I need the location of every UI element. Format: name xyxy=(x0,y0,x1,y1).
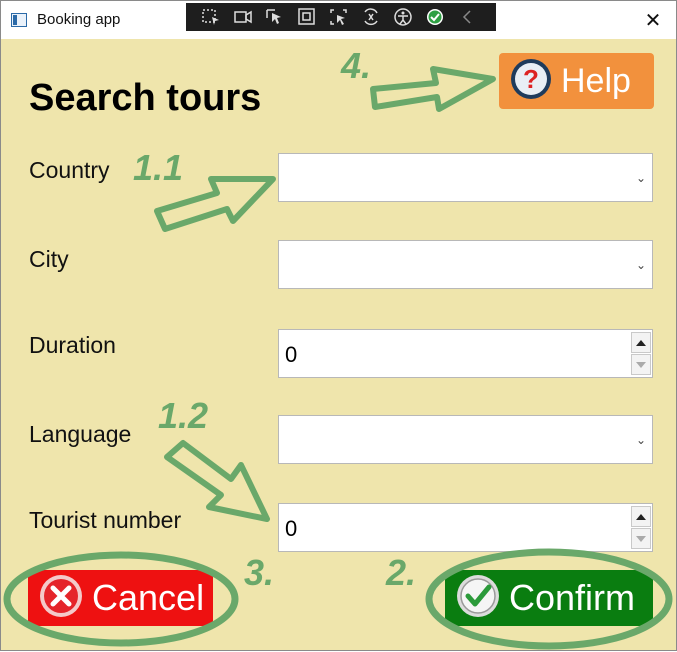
duration-value: 0 xyxy=(285,342,298,367)
help-label: Help xyxy=(561,61,631,100)
collapse-chevron-icon[interactable] xyxy=(454,6,480,28)
duration-label: Duration xyxy=(29,332,116,358)
chevron-down-icon: ⌄ xyxy=(635,171,646,185)
display-layout-icon[interactable] xyxy=(294,6,320,28)
duration-numeric-input[interactable]: 0 xyxy=(278,329,653,378)
arrow-down-icon xyxy=(636,535,646,542)
arrow-icon xyxy=(164,440,270,522)
arrow-up-icon xyxy=(636,339,646,346)
arrow-icon xyxy=(370,66,496,112)
step-2-label: 2. xyxy=(386,552,417,593)
cancel-label: Cancel xyxy=(92,577,205,618)
chevron-down-icon: ⌄ xyxy=(635,433,646,447)
booking-window: Booking app ✕ Search tours ? Help Countr… xyxy=(0,0,677,651)
app-icon xyxy=(11,13,27,27)
record-icon[interactable] xyxy=(230,6,256,28)
confirm-label: Confirm xyxy=(509,577,636,618)
city-combobox[interactable]: ⌄ xyxy=(278,240,653,289)
help-button[interactable]: ? Help xyxy=(499,53,654,109)
accessibility-icon[interactable] xyxy=(390,6,416,28)
duration-increment-button[interactable] xyxy=(631,332,651,353)
tourist-number-label: Tourist number xyxy=(29,507,182,533)
cancel-x-icon xyxy=(38,573,84,624)
pointer-icon[interactable] xyxy=(262,6,288,28)
question-icon: ? xyxy=(509,57,553,106)
step-4-label: 4. xyxy=(341,45,372,86)
step-1-1-label: 1.1 xyxy=(133,147,184,188)
close-button[interactable]: ✕ xyxy=(630,1,676,39)
tourist-number-increment-button[interactable] xyxy=(631,506,651,527)
language-combobox[interactable]: ⌄ xyxy=(278,415,653,464)
binding-check-icon[interactable] xyxy=(422,6,448,28)
chevron-down-icon: ⌄ xyxy=(635,258,646,272)
svg-text:?: ? xyxy=(523,64,539,94)
city-label: City xyxy=(29,246,69,272)
tourist-number-decrement-button[interactable] xyxy=(631,528,651,549)
tourist-number-numeric-input[interactable]: 0 xyxy=(278,503,653,552)
step-3-label: 3. xyxy=(244,552,275,593)
track-focus-icon[interactable] xyxy=(326,6,352,28)
hot-reload-icon[interactable] xyxy=(358,6,384,28)
arrow-up-icon xyxy=(636,513,646,520)
confirm-button[interactable]: Confirm xyxy=(445,570,653,626)
language-label: Language xyxy=(29,421,132,447)
select-element-icon[interactable] xyxy=(198,6,224,28)
window-title: Booking app xyxy=(37,11,121,28)
cancel-button[interactable]: Cancel xyxy=(28,570,213,626)
debug-toolbar xyxy=(186,3,496,31)
country-label: Country xyxy=(29,157,110,183)
page-title: Search tours xyxy=(29,77,262,119)
duration-decrement-button[interactable] xyxy=(631,354,651,375)
step-1-2-label: 1.2 xyxy=(158,395,209,436)
arrow-down-icon xyxy=(636,361,646,368)
country-combobox[interactable]: ⌄ xyxy=(278,153,653,202)
tourist-number-value: 0 xyxy=(285,516,298,541)
checkmark-icon xyxy=(455,573,501,624)
